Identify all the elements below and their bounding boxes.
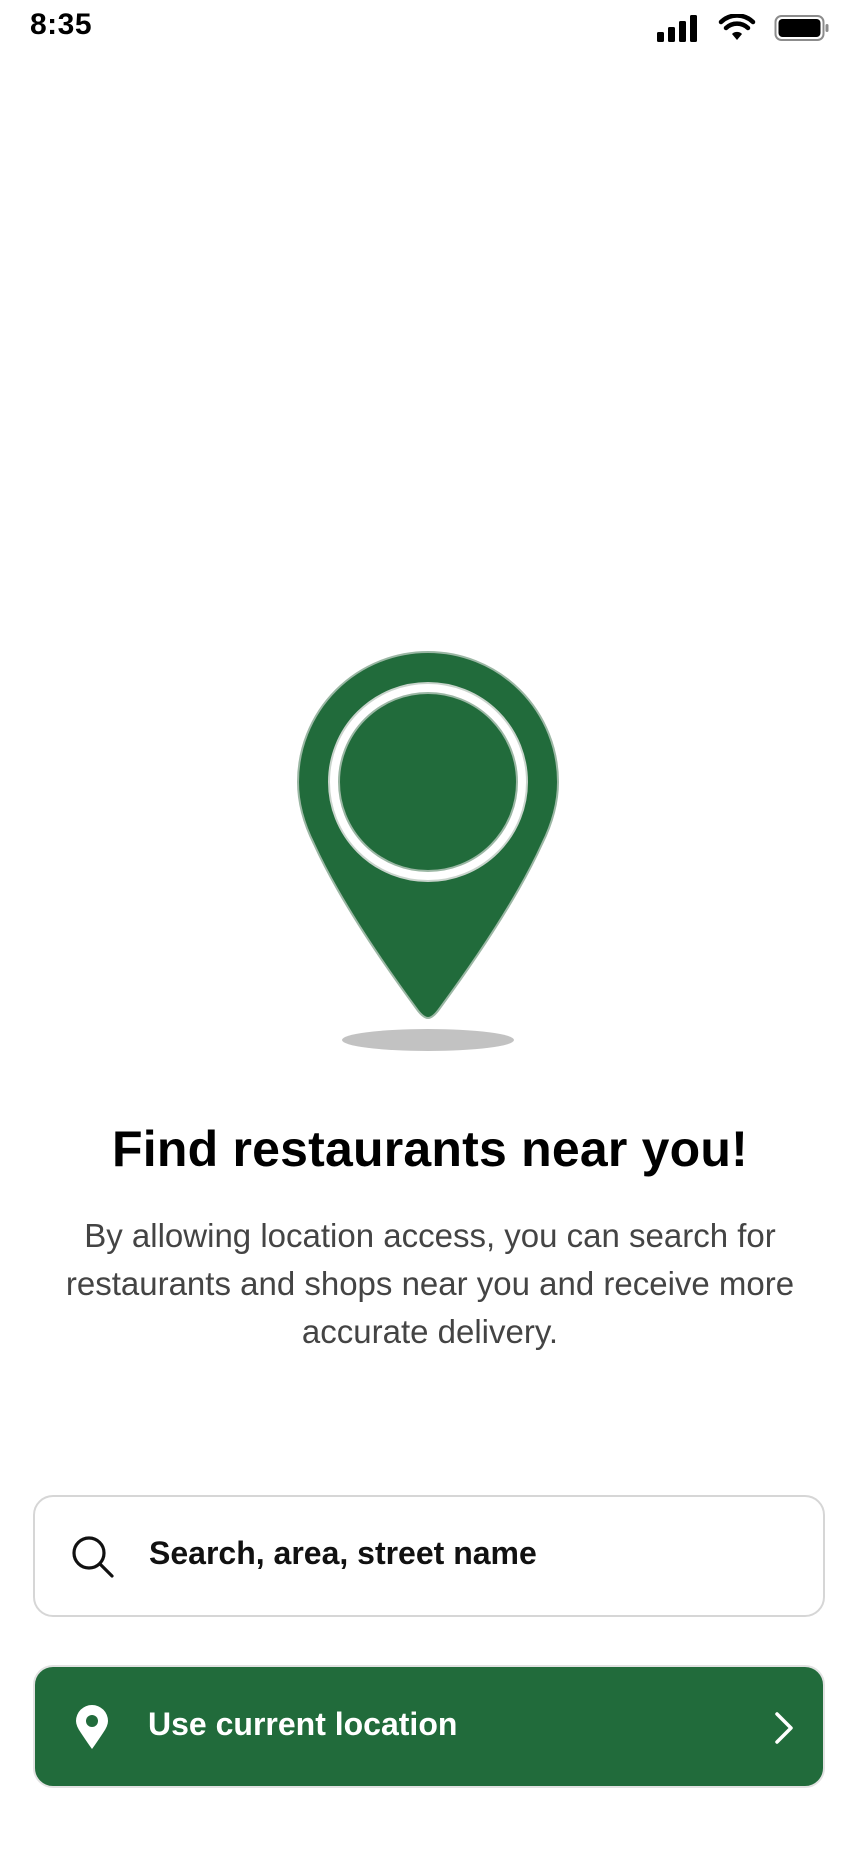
status-icons [656,14,830,42]
search-input[interactable]: Search, area, street name [33,1495,825,1617]
page-title: Find restaurants near you! [112,1121,748,1177]
page-description: By allowing location access, you can sea… [65,1217,795,1350]
location-pin-illustration [296,651,560,1051]
chevron-right-icon [775,1712,793,1744]
status-bar: 8:35 [0,0,860,60]
search-placeholder: Search, area, street name [149,1535,537,1571]
search-icon [72,1536,114,1578]
use-current-location-label: Use current location [148,1706,458,1742]
cellular-signal-icon [657,15,697,42]
pin-center [338,692,518,872]
status-time: 8:35 [30,8,93,41]
wifi-icon [718,14,756,40]
use-current-location-button[interactable]: Use current location [33,1665,825,1788]
pin-shadow [342,1029,514,1051]
map-pin-icon [76,1705,108,1749]
battery-icon [774,15,829,41]
